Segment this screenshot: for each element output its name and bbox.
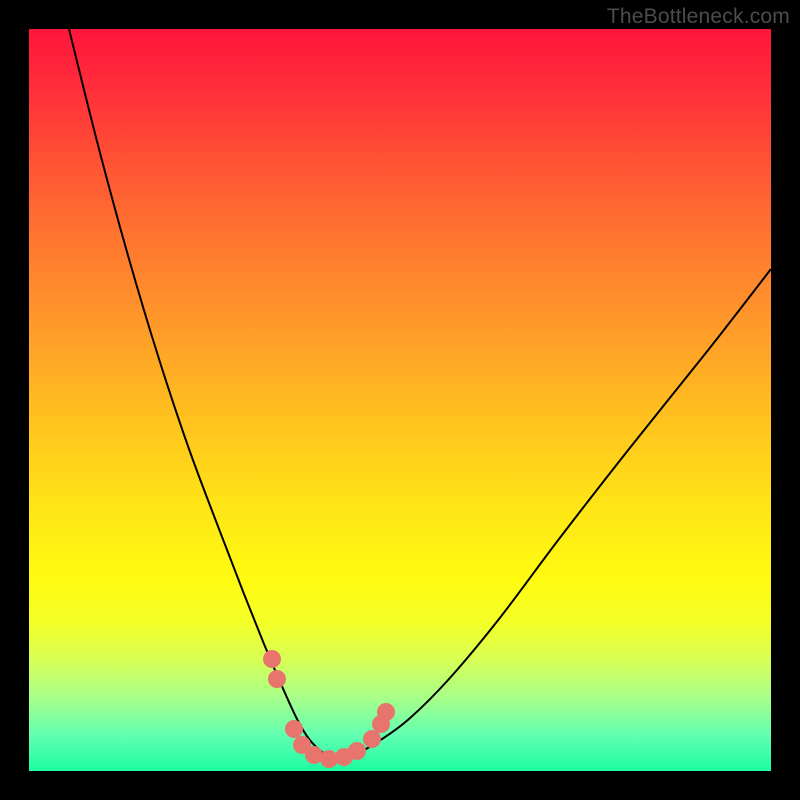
plot-area xyxy=(29,29,771,771)
trough-marker xyxy=(285,720,303,738)
chart-svg xyxy=(29,29,771,771)
trough-marker xyxy=(377,703,395,721)
trough-marker xyxy=(268,670,286,688)
curve-layer xyxy=(69,29,771,759)
trough-marker xyxy=(263,650,281,668)
trough-markers-group xyxy=(263,650,395,768)
bottleneck-curve xyxy=(69,29,771,759)
trough-marker xyxy=(363,730,381,748)
watermark-text: TheBottleneck.com xyxy=(607,5,790,29)
trough-marker xyxy=(348,742,366,760)
outer-frame: TheBottleneck.com xyxy=(0,0,800,800)
